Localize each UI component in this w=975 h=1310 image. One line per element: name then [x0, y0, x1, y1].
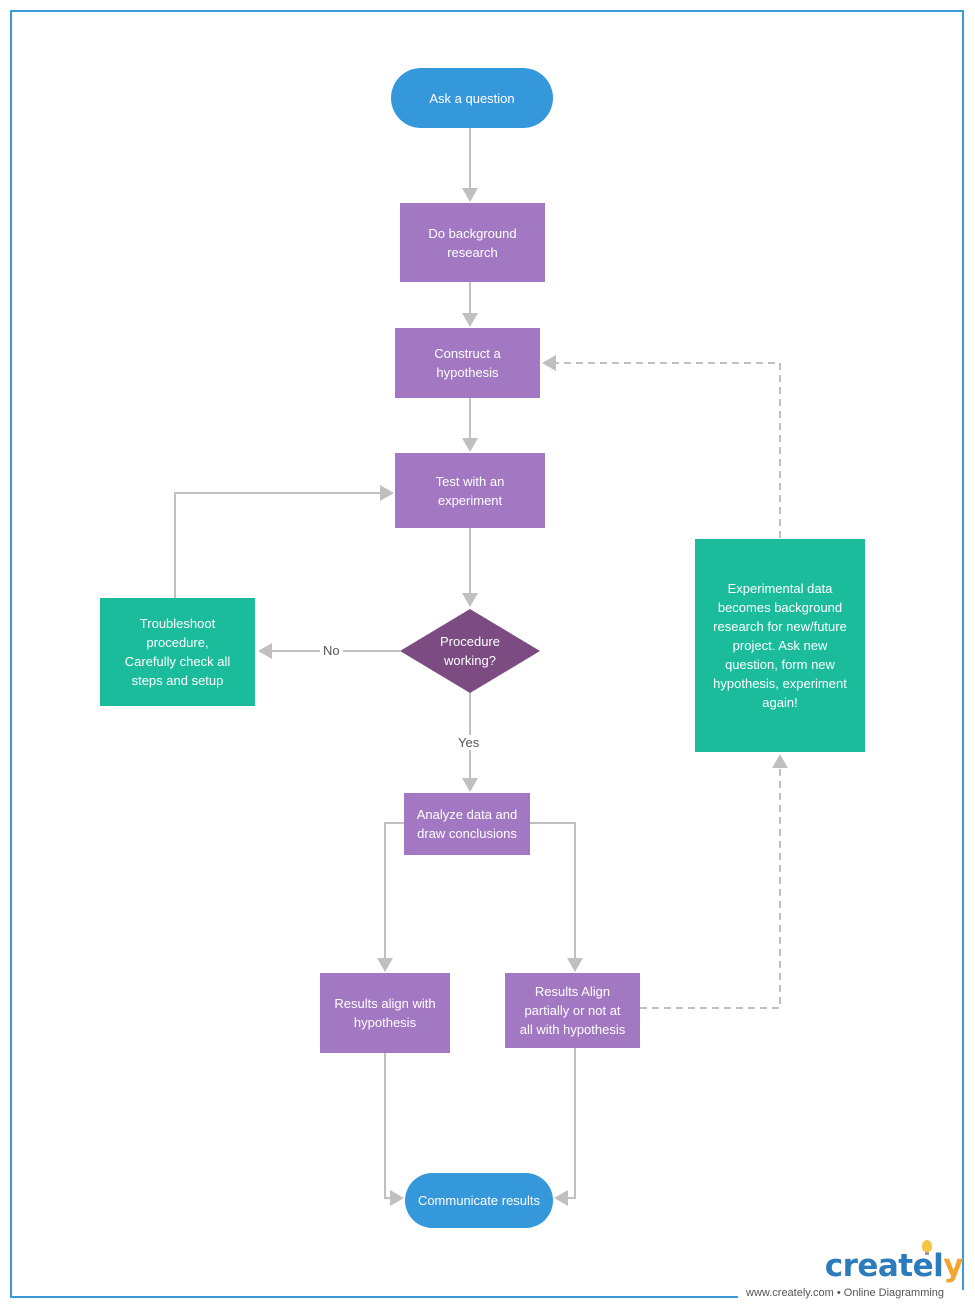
- node-label-line: Troubleshoot: [139, 616, 216, 631]
- node-label-line: Results align with: [334, 996, 436, 1011]
- node-results-partial[interactable]: Results Align partially or not at all with…: [505, 973, 640, 1048]
- edge-partial-to-experimental: [640, 754, 788, 1009]
- node-label-line: Procedure: [440, 634, 500, 649]
- node-analyze-data[interactable]: Analyze data and draw conclusions: [404, 793, 530, 855]
- node-results-align[interactable]: Results align with hypothesis: [320, 973, 450, 1053]
- logo-accent: y: [943, 1248, 963, 1284]
- node-label-line: hypothesis, experiment: [713, 676, 847, 691]
- node-test-experiment[interactable]: Test with an experiment: [395, 453, 545, 528]
- node-construct-hypothesis[interactable]: Construct a hypothesis: [395, 328, 540, 398]
- logo-text: createl: [824, 1248, 944, 1284]
- node-label-line: steps and setup: [131, 673, 224, 688]
- node-label-line: again!: [762, 695, 798, 710]
- node-label-line: all with hypothesis: [519, 1022, 626, 1037]
- node-experimental-data[interactable]: Experimental data becomes background resea…: [695, 539, 865, 752]
- node-label-line: becomes background: [717, 600, 843, 615]
- edge-align-to-communicate: [384, 1053, 404, 1206]
- node-communicate-results[interactable]: Communicate results: [405, 1173, 553, 1228]
- creately-logo[interactable]: creately: [824, 1248, 964, 1284]
- edge-partial-to-communicate: [554, 1048, 576, 1206]
- node-background-research[interactable]: Do background research: [400, 203, 545, 282]
- node-label-line: procedure,: [146, 635, 209, 650]
- node-label-line: Experimental data: [727, 581, 833, 596]
- edge-analyze-to-partial: [529, 822, 583, 972]
- node-troubleshoot[interactable]: Troubleshoot procedure, Carefully check al…: [100, 598, 255, 706]
- node-label-line: experiment: [437, 492, 503, 508]
- node-label-line: question, form new: [725, 657, 835, 672]
- node-label-line: Carefully check all: [124, 654, 231, 669]
- creately-tagline[interactable]: www.creately.com • Online Diagramming: [746, 1287, 945, 1299]
- node-label-line: research for new/future: [713, 619, 847, 634]
- node-ask-question[interactable]: Ask a question: [391, 68, 553, 128]
- node-label-line: Construct a: [434, 346, 501, 361]
- node-label-line: Do background: [428, 225, 517, 241]
- edge-experimental-to-hypothesis: [542, 355, 781, 538]
- node-label-line: project. Ask new: [732, 638, 828, 653]
- node-label-line: draw conclusions: [417, 826, 517, 841]
- edge-analyze-to-align: [377, 822, 404, 972]
- node-label-line: working?: [443, 653, 496, 668]
- edge-label-yes: Yes: [455, 735, 483, 750]
- node-label-line: hypothesis: [436, 365, 499, 380]
- edge-troubleshoot-to-test: [174, 485, 394, 598]
- node-label: Communicate results: [417, 1193, 541, 1208]
- node-label-line: partially or not at: [524, 1003, 621, 1018]
- node-label: Ask a question: [429, 90, 515, 106]
- node-label-line: research: [447, 244, 498, 260]
- node-label-line: hypothesis: [353, 1015, 417, 1030]
- edge-label-no: No: [320, 643, 343, 658]
- node-label-line: Analyze data and: [416, 807, 518, 822]
- node-procedure-working[interactable]: Procedure working?: [410, 620, 530, 682]
- node-label-line: Results Align: [534, 984, 611, 999]
- node-label-line: Test with an: [435, 473, 505, 489]
